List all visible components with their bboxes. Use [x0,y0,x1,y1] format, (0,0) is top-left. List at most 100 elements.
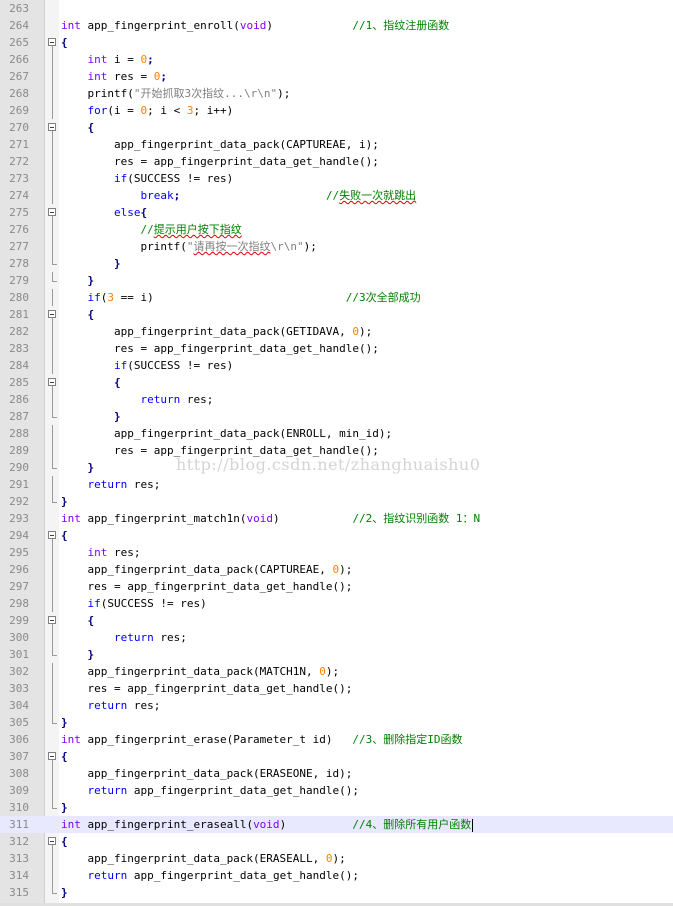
code-text[interactable]: printf("请再按一次指纹\r\n"); [61,238,316,255]
code-line[interactable]: 308 app_fingerprint_data_pack(ERASEONE, … [0,765,673,782]
fold-collapse-icon[interactable] [47,34,57,51]
code-text[interactable]: app_fingerprint_data_pack(ENROLL, min_id… [61,425,392,442]
code-line[interactable]: 266 int i = 0; [0,51,673,68]
code-text[interactable]: return res; [61,629,187,646]
code-line[interactable]: 281 { [0,306,673,323]
code-line[interactable]: 285 { [0,374,673,391]
fold-collapse-icon[interactable] [47,748,57,765]
code-editor[interactable]: 263 264 int app_fingerprint_enroll(void) /… [0,0,673,906]
code-text[interactable]: { [61,306,95,323]
code-line[interactable]: 301 } [0,646,673,663]
code-text[interactable]: int res; [61,544,141,561]
code-line[interactable]: 297 res = app_fingerprint_data_get_handl… [0,578,673,595]
code-text[interactable]: { [61,612,95,629]
code-line[interactable]: 314 return app_fingerprint_data_get_hand… [0,867,673,884]
code-line[interactable]: 292} [0,493,673,510]
code-text[interactable]: int res = 0; [61,68,167,85]
code-text[interactable]: app_fingerprint_data_pack(ERASEONE, id); [61,765,352,782]
code-text[interactable]: { [61,748,68,765]
fold-collapse-icon[interactable] [47,119,57,136]
code-line[interactable]: 305} [0,714,673,731]
code-line[interactable]: 304 return res; [0,697,673,714]
fold-collapse-icon[interactable] [47,306,57,323]
code-text[interactable]: if(SUCCESS != res) [61,595,207,612]
code-text[interactable]: return res; [61,476,161,493]
code-text[interactable]: return res; [61,391,213,408]
code-line[interactable]: 287 } [0,408,673,425]
code-text[interactable]: res = app_fingerprint_data_get_handle(); [61,153,379,170]
code-text[interactable]: { [61,527,68,544]
code-line[interactable]: 284 if(SUCCESS != res) [0,357,673,374]
code-text[interactable]: return app_fingerprint_data_get_handle()… [61,782,360,799]
code-text[interactable]: break; //失败一次就跳出 [61,187,416,204]
code-line[interactable]: 274 break; //失败一次就跳出 [0,187,673,204]
code-line[interactable]: 311 int app_fingerprint_eraseall(void) //… [0,816,673,833]
code-line[interactable]: 298 if(SUCCESS != res) [0,595,673,612]
code-text[interactable]: app_fingerprint_data_pack(GETIDAVA, 0); [61,323,372,340]
code-line[interactable]: 282 app_fingerprint_data_pack(GETIDAVA, … [0,323,673,340]
code-line[interactable]: 280 if(3 == i) //3次全部成功 [0,289,673,306]
code-line[interactable]: 276 //提示用户按下指纹 [0,221,673,238]
code-text[interactable]: } [61,408,121,425]
code-text[interactable]: app_fingerprint_data_pack(CAPTUREAE, 0); [61,561,352,578]
fold-collapse-icon[interactable] [47,612,57,629]
code-line[interactable]: 310} [0,799,673,816]
code-line[interactable]: 278 } [0,255,673,272]
code-text[interactable]: printf("开始抓取3次指纹...\r\n"); [61,85,290,102]
code-text[interactable]: res = app_fingerprint_data_get_handle(); [61,578,352,595]
code-text[interactable]: int app_fingerprint_eraseall(void) //4、删… [61,816,474,833]
code-text[interactable]: } [61,714,68,731]
code-line[interactable]: 288 app_fingerprint_data_pack(ENROLL, mi… [0,425,673,442]
code-line[interactable]: 273 if(SUCCESS != res) [0,170,673,187]
code-text[interactable]: } [61,255,121,272]
code-line[interactable]: 315} [0,884,673,901]
code-text[interactable]: } [61,459,95,476]
code-text[interactable]: res = app_fingerprint_data_get_handle(); [61,680,352,697]
code-text[interactable]: app_fingerprint_data_pack(ERASEALL, 0); [61,850,345,867]
code-text[interactable]: if(3 == i) //3次全部成功 [61,289,421,306]
code-text[interactable]: { [61,374,121,391]
code-line[interactable]: 296 app_fingerprint_data_pack(CAPTUREAE,… [0,561,673,578]
code-line[interactable]: 269 for(i = 0; i < 3; i++) [0,102,673,119]
code-line[interactable]: 270 { [0,119,673,136]
code-line[interactable]: 264 int app_fingerprint_enroll(void) //1、… [0,17,673,34]
code-line[interactable]: 271 app_fingerprint_data_pack(CAPTUREAE,… [0,136,673,153]
code-text[interactable]: app_fingerprint_data_pack(CAPTUREAE, i); [61,136,379,153]
code-line[interactable]: 272 res = app_fingerprint_data_get_handl… [0,153,673,170]
code-text[interactable]: for(i = 0; i < 3; i++) [61,102,234,119]
code-text[interactable]: { [61,34,68,51]
code-line[interactable]: 299 { [0,612,673,629]
code-text[interactable]: if(SUCCESS != res) [61,170,233,187]
code-text[interactable]: } [61,884,68,901]
code-text[interactable]: { [61,833,68,850]
fold-collapse-icon[interactable] [47,833,57,850]
code-line[interactable]: 268 printf("开始抓取3次指纹...\r\n"); [0,85,673,102]
fold-collapse-icon[interactable] [47,204,57,221]
code-line[interactable]: 286 return res; [0,391,673,408]
code-text[interactable]: int i = 0; [61,51,154,68]
code-text[interactable]: app_fingerprint_data_pack(MATCH1N, 0); [61,663,339,680]
code-line[interactable]: 283 res = app_fingerprint_data_get_handl… [0,340,673,357]
code-line[interactable]: 265 { [0,34,673,51]
code-text[interactable]: } [61,799,68,816]
code-line[interactable]: 300 return res; [0,629,673,646]
code-line[interactable]: 279 } [0,272,673,289]
code-line[interactable]: 306 int app_fingerprint_erase(Parameter_t… [0,731,673,748]
code-line[interactable]: 303 res = app_fingerprint_data_get_handl… [0,680,673,697]
code-text[interactable]: //提示用户按下指纹 [61,221,241,238]
code-line[interactable]: 295 int res; [0,544,673,561]
code-text[interactable]: return res; [61,697,161,714]
code-line[interactable]: 302 app_fingerprint_data_pack(MATCH1N, 0… [0,663,673,680]
code-line[interactable]: 294 { [0,527,673,544]
code-line[interactable]: 277 printf("请再按一次指纹\r\n"); [0,238,673,255]
code-line[interactable]: 307 { [0,748,673,765]
code-text[interactable]: int app_fingerprint_erase(Parameter_t id… [61,731,463,748]
code-line[interactable]: 293 int app_fingerprint_match1n(void) //2… [0,510,673,527]
fold-collapse-icon[interactable] [47,374,57,391]
code-text[interactable]: res = app_fingerprint_data_get_handle(); [61,340,379,357]
code-text[interactable]: } [61,493,68,510]
code-text[interactable]: } [61,272,95,289]
code-text[interactable]: } [61,646,95,663]
code-line[interactable]: 309 return app_fingerprint_data_get_hand… [0,782,673,799]
code-text[interactable]: if(SUCCESS != res) [61,357,233,374]
